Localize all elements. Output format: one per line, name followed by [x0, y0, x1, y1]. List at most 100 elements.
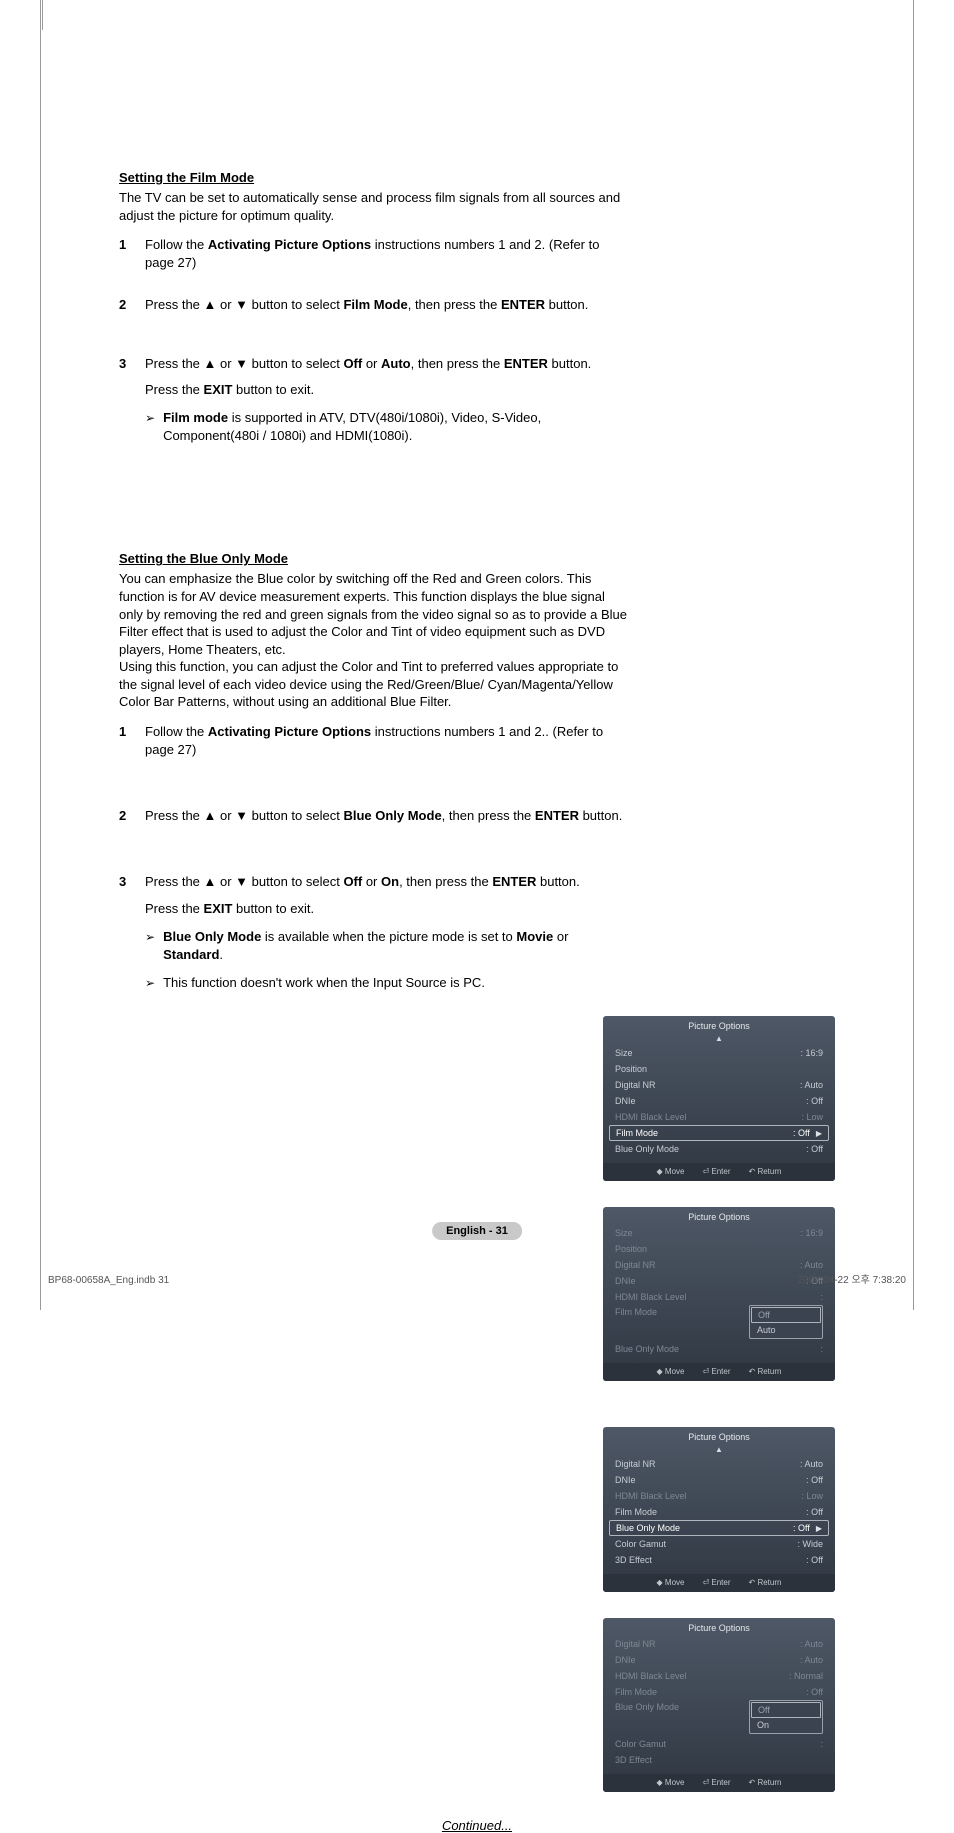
osd-row: HDMI Black Level : Low: [609, 1488, 829, 1504]
play-icon: ▶: [816, 1524, 822, 1533]
osd-row-label: Film Mode: [616, 1128, 706, 1138]
osd-row-value: :: [820, 1344, 823, 1354]
osd-footer-return: ↶ Return: [749, 1167, 782, 1176]
note-arrow-icon: ➢: [145, 410, 155, 446]
osd-row-value: : Auto: [800, 1639, 823, 1649]
osd-footer-move: ◆ Move: [657, 1367, 685, 1376]
osd-footer-move: ◆ Move: [657, 1778, 685, 1787]
osd-row-value: : Off: [806, 1475, 823, 1485]
osd-row-value: : Off: [806, 1555, 823, 1565]
footer-filename: BP68-00658A_Eng.indb 31: [48, 1275, 169, 1286]
osd-title: Picture Options: [603, 1016, 835, 1034]
osd-row: Digital NR : Auto: [609, 1636, 829, 1652]
osd-footer-move: ◆ Move: [657, 1578, 685, 1587]
osd-row: Film Mode OffAuto: [609, 1305, 829, 1341]
osd-dropdown[interactable]: OffAuto: [749, 1305, 823, 1339]
step-body: Press the ▲ or ▼ button to select Off or…: [145, 873, 629, 992]
note-arrow-icon: ➢: [145, 929, 155, 965]
osd-option[interactable]: On: [751, 1718, 821, 1732]
osd-row-label: Size: [615, 1228, 705, 1238]
osd-row-value: : Low: [801, 1112, 823, 1122]
osd-row: Size : 16:9: [609, 1225, 829, 1241]
step-body: Press the ▲ or ▼ button to select Blue O…: [145, 807, 629, 825]
step-number: 1: [119, 723, 131, 759]
osd-row-label: Digital NR: [615, 1080, 705, 1090]
osd-footer-enter: ⏎ Enter: [702, 1778, 730, 1787]
osd-row-value: : Auto: [800, 1655, 823, 1665]
osd-row[interactable]: Blue Only Mode : Off▶: [609, 1520, 829, 1536]
osd-row: Film Mode : Off: [609, 1504, 829, 1520]
osd-footer: ◆ Move ⏎ Enter ↶ Return: [603, 1774, 835, 1792]
osd-row-value: : Auto: [800, 1260, 823, 1270]
osd-row-label: Position: [615, 1244, 705, 1254]
up-arrow-icon: ▲: [603, 1445, 835, 1454]
osd-option[interactable]: Off: [751, 1702, 821, 1718]
osd-row-label: Blue Only Mode: [615, 1344, 705, 1354]
exit-line: Press the EXIT button to exit.: [145, 381, 629, 399]
step-body: Press the ▲ or ▼ button to select Off or…: [145, 355, 629, 446]
osd-dropdown[interactable]: OffOn: [749, 1700, 823, 1734]
osd-title: Picture Options: [603, 1427, 835, 1445]
osd-row-value: : Auto: [800, 1080, 823, 1090]
step-body: Press the ▲ or ▼ button to select Film M…: [145, 296, 629, 314]
osd-row-value: : Low: [801, 1491, 823, 1501]
note-arrow-icon: ➢: [145, 975, 155, 993]
osd-row: Position: [609, 1241, 829, 1257]
osd-row-value: : Off: [806, 1144, 823, 1154]
osd-footer-enter: ⏎ Enter: [702, 1367, 730, 1376]
osd-menu-3: Picture Options▲ Digital NR : Auto DNIe …: [603, 1427, 835, 1592]
osd-footer: ◆ Move ⏎ Enter ↶ Return: [603, 1574, 835, 1592]
steps-blue-only: 1 Follow the Activating Picture Options …: [119, 723, 629, 993]
osd-row[interactable]: Film Mode : Off▶: [609, 1125, 829, 1141]
step-number: 1: [119, 236, 131, 272]
osd-row-label: HDMI Black Level: [615, 1491, 705, 1501]
osd-row: Blue Only Mode OffOn: [609, 1700, 829, 1736]
intro-film-mode: The TV can be set to automatically sense…: [119, 189, 629, 224]
osd-row-value: : Off: [806, 1687, 823, 1697]
osd-row-label: Color Gamut: [615, 1539, 705, 1549]
osd-row: DNIe : Auto: [609, 1652, 829, 1668]
note-line: ➢ Film mode is supported in ATV, DTV(480…: [145, 409, 629, 445]
osd-row-label: 3D Effect: [615, 1555, 705, 1565]
osd-row: DNIe : Off: [609, 1093, 829, 1109]
osd-row-label: HDMI Black Level: [615, 1671, 705, 1681]
osd-menu-1: Picture Options▲ Size : 16:9 Position Di…: [603, 1016, 835, 1181]
osd-row-label: DNIe: [615, 1475, 705, 1485]
step-number: 3: [119, 355, 131, 446]
osd-row-value: : Auto: [800, 1459, 823, 1469]
osd-row: 3D Effect : Off: [609, 1552, 829, 1568]
osd-row: 3D Effect: [609, 1752, 829, 1768]
osd-menu-2: Picture Options Size : 16:9 Position Dig…: [603, 1207, 835, 1381]
osd-option[interactable]: Auto: [751, 1323, 821, 1337]
osd-row-value: : Normal: [789, 1671, 823, 1681]
exit-line: Press the EXIT button to exit.: [145, 900, 629, 918]
osd-row-label: Size: [615, 1048, 705, 1058]
intro-blue-only: You can emphasize the Blue color by swit…: [119, 570, 629, 710]
osd-row: Digital NR : Auto: [609, 1077, 829, 1093]
osd-row-value: : Off▶: [793, 1523, 822, 1533]
osd-row-label: Blue Only Mode: [616, 1523, 706, 1533]
osd-row: HDMI Black Level :: [609, 1289, 829, 1305]
heading-blue-only: Setting the Blue Only Mode: [119, 551, 629, 566]
osd-row-label: DNIe: [615, 1655, 705, 1665]
osd-row-label: Blue Only Mode: [615, 1700, 705, 1712]
osd-row: Digital NR : Auto: [609, 1456, 829, 1472]
osd-row: Size : 16:9: [609, 1045, 829, 1061]
osd-row-label: Blue Only Mode: [615, 1144, 705, 1154]
osd-row: HDMI Black Level : Low: [609, 1109, 829, 1125]
osd-row: HDMI Black Level : Normal: [609, 1668, 829, 1684]
osd-row-label: DNIe: [615, 1276, 705, 1286]
osd-row: Blue Only Mode :: [609, 1341, 829, 1357]
osd-row: Position: [609, 1061, 829, 1077]
up-arrow-icon: ▲: [603, 1034, 835, 1043]
osd-row: DNIe : Off: [609, 1472, 829, 1488]
osd-row-label: Film Mode: [615, 1305, 705, 1317]
osd-row-label: Digital NR: [615, 1260, 705, 1270]
osd-row-label: Film Mode: [615, 1687, 705, 1697]
step-number: 2: [119, 807, 131, 825]
osd-row-value: : Wide: [797, 1539, 823, 1549]
osd-row: Film Mode : Off: [609, 1684, 829, 1700]
step-body: Follow the Activating Picture Options in…: [145, 723, 629, 759]
osd-row-label: 3D Effect: [615, 1755, 705, 1765]
osd-footer-return: ↶ Return: [749, 1578, 782, 1587]
